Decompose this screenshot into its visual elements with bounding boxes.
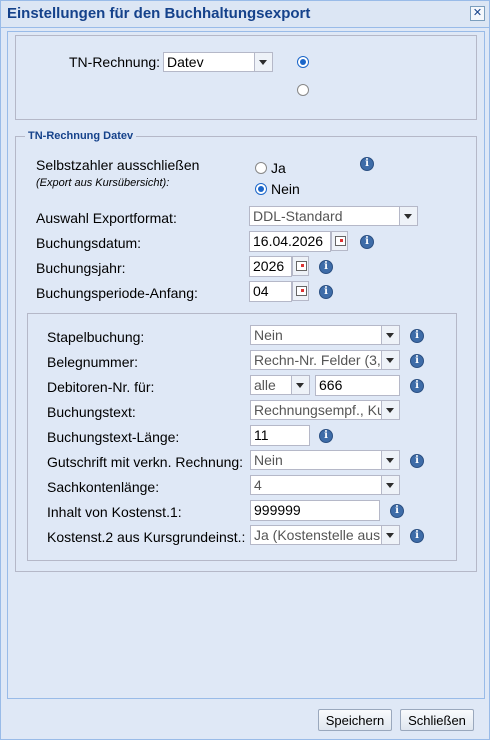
chevron-down-icon [291, 376, 309, 394]
textlen-input[interactable]: 11 [250, 425, 310, 446]
info-icon[interactable]: i [390, 504, 404, 518]
kost2-select[interactable]: Ja (Kostenstelle aus K [250, 525, 400, 545]
dialog-titlebar: Einstellungen für den Buchhaltungsexport… [1, 1, 489, 28]
tn-rechnung-box: TN-Rechnung: Datev [15, 35, 477, 120]
dialog-title: Einstellungen für den Buchhaltungsexport [7, 5, 311, 22]
save-button[interactable]: Speichern [318, 709, 392, 731]
gutschrift-label: Gutschrift mit verkn. Rechnung: [47, 454, 244, 470]
gutschrift-select[interactable]: Nein [250, 450, 400, 470]
stapel-select[interactable]: Nein [250, 325, 400, 345]
close-button[interactable]: Schließen [400, 709, 474, 731]
info-icon[interactable]: i [410, 329, 424, 343]
buchungsdatum-input[interactable]: 16.04.2026 [249, 231, 331, 252]
kost1-input[interactable]: 999999 [250, 500, 380, 521]
chevron-down-icon [381, 476, 399, 494]
text-value: Rechnungsempf., Kur [254, 402, 390, 418]
datev-legend: TN-Rechnung Datev [25, 130, 137, 142]
sachkonto-label: Sachkontenlänge: [47, 479, 160, 495]
datev-fieldset: TN-Rechnung Datev Selbstzahler ausschlie… [15, 130, 477, 572]
tn-rechnung-radio-1[interactable] [297, 56, 309, 68]
info-icon[interactable]: i [319, 260, 333, 274]
info-icon[interactable]: i [360, 157, 374, 171]
exportformat-label: Auswahl Exportformat: [36, 210, 177, 226]
textlen-label: Buchungstext-Länge: [47, 429, 180, 445]
debitor-value: alle [254, 377, 276, 393]
selbstzahler-label: Selbstzahler ausschließen [36, 157, 200, 173]
selbstzahler-ja-label[interactable]: Ja [271, 160, 286, 176]
calendar-icon[interactable] [331, 231, 348, 251]
kost1-label: Inhalt von Kostenst.1: [47, 504, 182, 520]
tn-rechnung-value: Datev [167, 54, 204, 70]
gutschrift-value: Nein [254, 452, 283, 468]
beleg-label: Belegnummer: [47, 354, 139, 370]
chevron-down-icon [254, 53, 272, 71]
debitor-number-input[interactable]: 666 [315, 375, 400, 396]
debitor-label: Debitoren-Nr. für: [47, 379, 155, 395]
stapel-label: Stapelbuchung: [47, 329, 145, 345]
info-icon[interactable]: i [410, 354, 424, 368]
tn-rechnung-radio-2[interactable] [297, 84, 309, 96]
buchungsjahr-label: Buchungsjahr: [36, 260, 126, 276]
buchungsdatum-label: Buchungsdatum: [36, 235, 142, 251]
sachkonto-value: 4 [254, 477, 262, 493]
chevron-down-icon [381, 401, 399, 419]
text-label: Buchungstext: [47, 404, 136, 420]
info-icon[interactable]: i [319, 429, 333, 443]
datev-inner-box: Stapelbuchung: Nein i Belegnummer: Rechn… [27, 313, 457, 561]
chevron-down-icon [399, 207, 417, 225]
exportformat-value: DDL-Standard [253, 208, 343, 224]
tn-rechnung-select[interactable]: Datev [163, 52, 273, 72]
tn-rechnung-label: TN-Rechnung: [69, 54, 161, 70]
info-icon[interactable]: i [410, 379, 424, 393]
kost2-label: Kostenst.2 aus Kursgrundeinst.: [47, 529, 246, 545]
info-icon[interactable]: i [410, 529, 424, 543]
beleg-value: Rechn-Nr. Felder (3,4 [254, 352, 389, 368]
calendar-icon[interactable] [292, 256, 309, 276]
selbstzahler-note: (Export aus Kursübersicht): [36, 177, 170, 189]
close-icon[interactable]: ✕ [470, 6, 485, 21]
chevron-down-icon [381, 351, 399, 369]
selbstzahler-nein-label[interactable]: Nein [271, 181, 300, 197]
chevron-down-icon [381, 451, 399, 469]
periode-label: Buchungsperiode-Anfang: [36, 285, 198, 301]
selbstzahler-ja-radio[interactable] [255, 162, 267, 174]
info-icon[interactable]: i [319, 285, 333, 299]
sachkonto-select[interactable]: 4 [250, 475, 400, 495]
export-settings-dialog: Einstellungen für den Buchhaltungsexport… [0, 0, 490, 740]
chevron-down-icon [381, 326, 399, 344]
chevron-down-icon [381, 526, 399, 544]
info-icon[interactable]: i [360, 235, 374, 249]
dialog-body: TN-Rechnung: Datev TN-Rechnung Datev Sel… [7, 31, 485, 699]
info-icon[interactable]: i [410, 454, 424, 468]
calendar-icon[interactable] [292, 281, 309, 301]
buchungsjahr-input[interactable]: 2026 [249, 256, 292, 277]
kost2-value: Ja (Kostenstelle aus K [254, 527, 394, 543]
exportformat-select[interactable]: DDL-Standard [249, 206, 418, 226]
debitor-select[interactable]: alle [250, 375, 310, 395]
periode-input[interactable]: 04 [249, 281, 292, 302]
selbstzahler-nein-radio[interactable] [255, 183, 267, 195]
beleg-select[interactable]: Rechn-Nr. Felder (3,4 [250, 350, 400, 370]
text-select[interactable]: Rechnungsempf., Kur [250, 400, 400, 420]
stapel-value: Nein [254, 327, 283, 343]
